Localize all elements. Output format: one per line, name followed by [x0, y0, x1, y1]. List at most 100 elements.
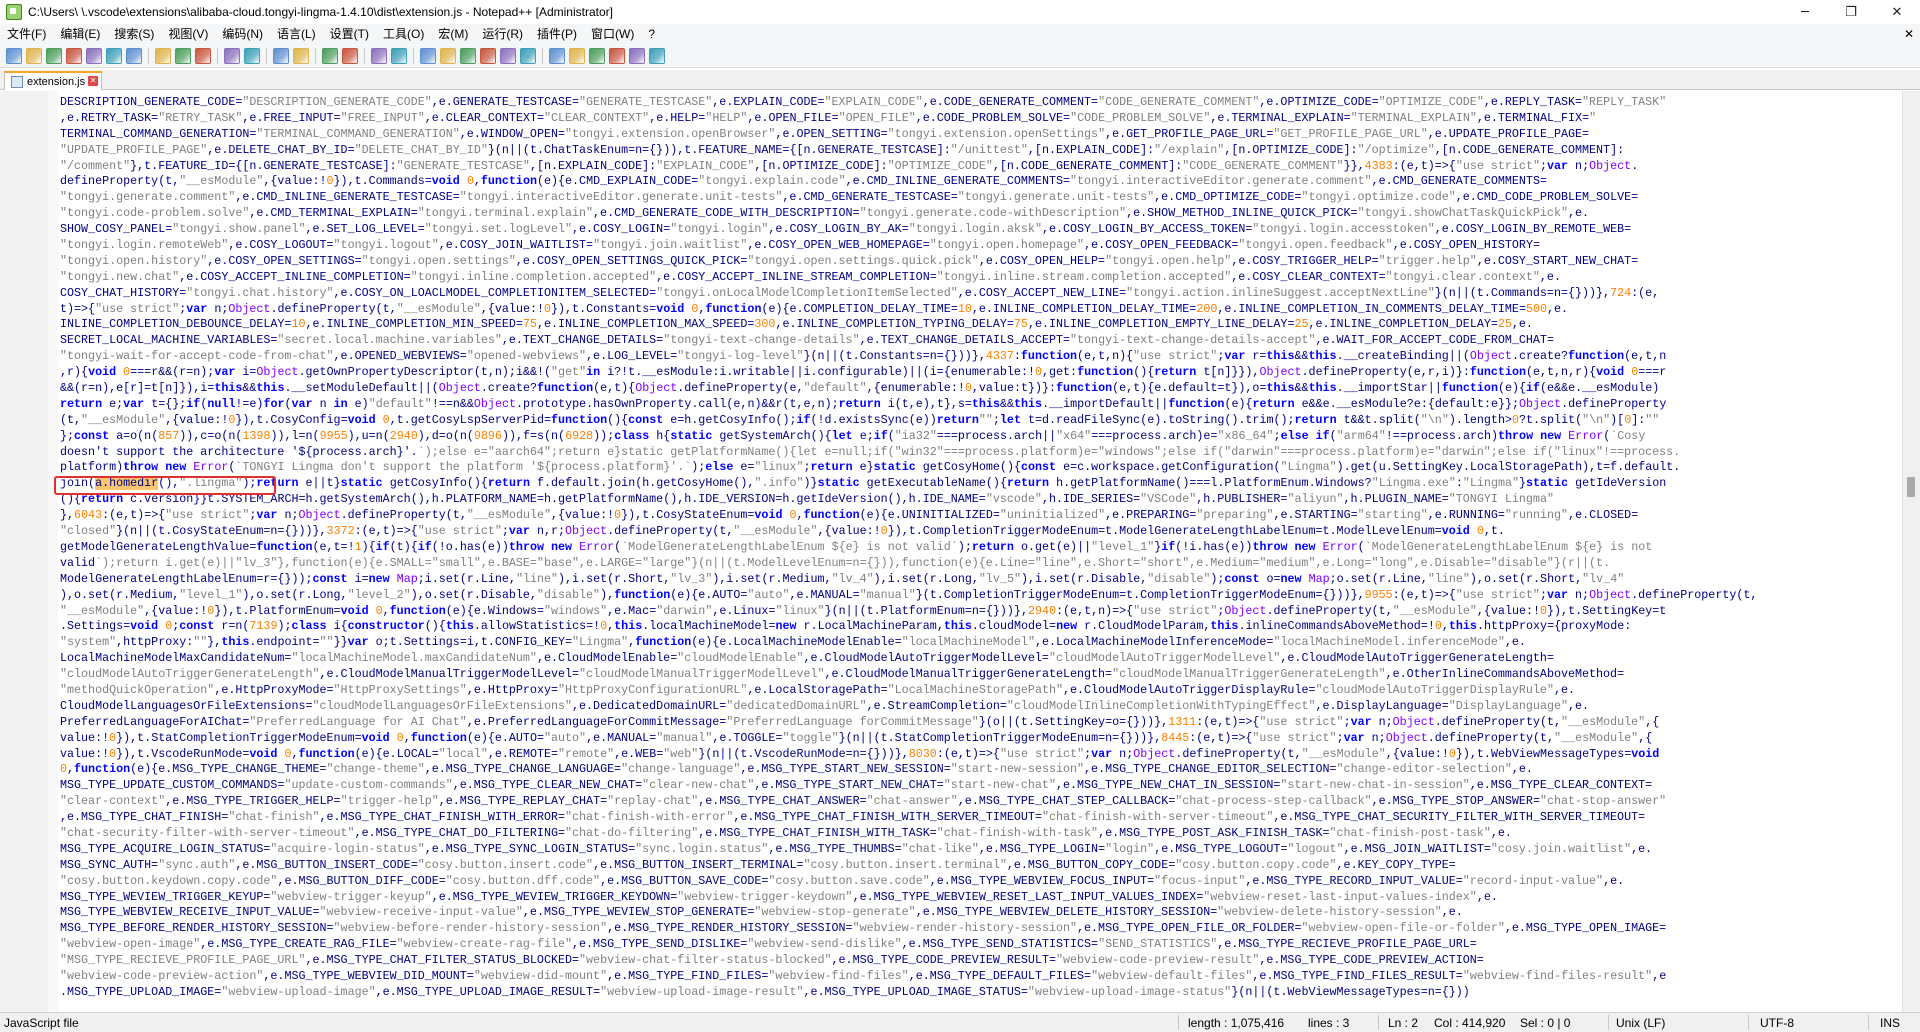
print-icon[interactable] — [126, 47, 142, 64]
code-line[interactable]: "clear-context",e.MSG_TYPE_TRIGGER_HELP=… — [60, 794, 1896, 810]
code-line[interactable]: ,r){void 0===r&&(r=n);var i=Object.getOw… — [60, 365, 1896, 381]
scrollbar-thumb[interactable] — [1907, 477, 1915, 497]
close-document-button[interactable]: ✕ — [1904, 24, 1914, 44]
fold-margin[interactable] — [48, 91, 58, 1012]
code-line[interactable]: MSG_TYPE_UPDATE_CUSTOM_COMMANDS="update-… — [60, 778, 1896, 794]
redo-icon[interactable] — [244, 47, 260, 64]
code-line[interactable]: 0,function(e){e.MSG_TYPE_CHANGE_THEME="c… — [60, 762, 1896, 778]
code-line[interactable]: "__esModule",{value:!0}),t.PlatformEnum=… — [60, 604, 1896, 620]
code-line[interactable]: INLINE_COMPLETION_DEBOUNCE_DELAY=10,e.IN… — [60, 317, 1896, 333]
menu-run[interactable]: 运行(R) — [475, 24, 530, 44]
code-line[interactable]: "tongyi.new.chat",e.COSY_ACCEPT_INLINE_C… — [60, 270, 1896, 286]
code-line[interactable]: MSG_TYPE_BEFORE_RENDER_HISTORY_SESSION="… — [60, 921, 1896, 937]
menu-tools[interactable]: 工具(O) — [376, 24, 431, 44]
show-all-chars-icon[interactable] — [440, 47, 456, 64]
code-line[interactable]: PreferredLanguageForAIChat="PreferredLan… — [60, 715, 1896, 731]
status-insert-mode[interactable]: INS — [1880, 1016, 1900, 1030]
code-line[interactable]: t)=>{"use strict";var n;Object.definePro… — [60, 302, 1896, 318]
code-line[interactable]: value:!0}),t.StatCompletionTriggerModeEn… — [60, 731, 1896, 747]
code-line[interactable]: SECRET_LOCAL_MACHINE_VARIABLES="secret.l… — [60, 333, 1896, 349]
menu-search[interactable]: 搜索(S) — [107, 24, 161, 44]
code-line[interactable]: "MSG_TYPE_RECIEVE_PROFILE_PAGE_URL",e.MS… — [60, 953, 1896, 969]
code-line[interactable]: getModelGenerateLengthValue=function(e,t… — [60, 540, 1896, 556]
code-line[interactable]: ModelGenerateLengthLabelEnum=r={}));cons… — [60, 572, 1896, 588]
record-macro-icon[interactable] — [569, 47, 585, 64]
open-file-icon[interactable] — [26, 47, 42, 64]
code-line[interactable]: "chat-security-filter-with-server-timeou… — [60, 826, 1896, 842]
code-line[interactable]: "webview-open-image",e.MSG_TYPE_CREATE_R… — [60, 937, 1896, 953]
menu-window[interactable]: 窗口(W) — [584, 24, 641, 44]
code-line[interactable]: "tongyi.login.remoteWeb",e.COSY_LOGOUT="… — [60, 238, 1896, 254]
code-line[interactable]: defineProperty(t,"__esModule",{value:!0}… — [60, 174, 1896, 190]
code-line[interactable]: join(a.homedir(),".lingma");return e||t}… — [60, 476, 1896, 492]
code-line[interactable]: LocalMachineModelMaxCandidateNum="localM… — [60, 651, 1896, 667]
sync-v-icon[interactable] — [371, 47, 387, 64]
code-line[interactable]: doesn't support the architecture '${proc… — [60, 445, 1896, 461]
code-line[interactable]: "tongyi-wait-for-accept-code-from-chat",… — [60, 349, 1896, 365]
code-line[interactable]: ,e.RETRY_TASK="RETRY_TASK",e.FREE_INPUT=… — [60, 111, 1896, 127]
code-line[interactable]: },6043:(e,t)=>{"use strict";var n;Object… — [60, 508, 1896, 524]
code-line[interactable]: "tongyi.open.history",e.COSY_OPEN_SETTIN… — [60, 254, 1896, 270]
replace-icon[interactable] — [293, 47, 309, 64]
stop-record-icon[interactable] — [589, 47, 605, 64]
close-all-icon[interactable] — [106, 47, 122, 64]
status-encoding[interactable]: UTF-8 — [1760, 1016, 1794, 1030]
menu-settings[interactable]: 设置(T) — [323, 24, 376, 44]
code-line[interactable]: SHOW_COSY_PANEL="tongyi.show.panel",e.SE… — [60, 222, 1896, 238]
code-line[interactable]: value:!0}),t.VscodeRunMode=void 0,functi… — [60, 747, 1896, 763]
code-line[interactable]: "UPDATE_PROFILE_PAGE",e.DELETE_CHAT_BY_I… — [60, 143, 1896, 159]
save-macro-icon[interactable] — [649, 47, 665, 64]
menu-macro[interactable]: 宏(M) — [431, 24, 475, 44]
code-line[interactable]: &&(r=n),e[r]=t[n]}),i=this&&this.__setMo… — [60, 381, 1896, 397]
editor-area[interactable]: DESCRIPTION_GENERATE_CODE="DESCRIPTION_G… — [0, 91, 1920, 1012]
code-line[interactable]: CloudModelLanguagesOrFileExtensions="clo… — [60, 699, 1896, 715]
code-line[interactable]: MSG_TYPE_WEBVIEW_RECEIVE_INPUT_VALUE="we… — [60, 905, 1896, 921]
undo-icon[interactable] — [224, 47, 240, 64]
menu-encoding[interactable]: 编码(N) — [215, 24, 270, 44]
code-line[interactable]: "tongyi.code-problem.solve",e.CMD_TERMIN… — [60, 206, 1896, 222]
menu-plugins[interactable]: 插件(P) — [530, 24, 584, 44]
menu-file[interactable]: 文件(F) — [0, 24, 53, 44]
code-line[interactable]: "methodQuickOperation",e.HttpProxyMode="… — [60, 683, 1896, 699]
copy-icon[interactable] — [175, 47, 191, 64]
code-line[interactable]: "tongyi.generate.comment",e.CMD_INLINE_G… — [60, 190, 1896, 206]
code-line[interactable]: platform)throw new Error(`TONGYI Lingma … — [60, 460, 1896, 476]
code-line[interactable]: "closed"}(n||(t.CosyStateEnum=n={}))},33… — [60, 524, 1896, 540]
code-line[interactable]: MSG_SYNC_AUTH="sync.auth",e.MSG_BUTTON_I… — [60, 858, 1896, 874]
code-line[interactable]: return e;var t={};if(null!=e)for(var n i… — [60, 397, 1896, 413]
code-line[interactable]: ),o.set(r.Medium,"level_1"),o.set(r.Long… — [60, 588, 1896, 604]
tab-extension-js[interactable]: extension.js ✕ — [4, 71, 103, 90]
code-line[interactable]: COSY_CHAT_HISTORY="tongyi.chat.history",… — [60, 286, 1896, 302]
menu-view[interactable]: 视图(V) — [161, 24, 215, 44]
code-line[interactable]: valid`);return i.get(e)||"lv_3"},functio… — [60, 556, 1896, 572]
run-macro-multiple-icon[interactable] — [629, 47, 645, 64]
save-icon[interactable] — [46, 47, 62, 64]
code-line[interactable]: MSG_TYPE_WEVIEW_TRIGGER_KEYUP="webview-t… — [60, 890, 1896, 906]
paste-icon[interactable] — [195, 47, 211, 64]
menu-edit[interactable]: 编辑(E) — [53, 24, 107, 44]
function-list-icon[interactable] — [500, 47, 516, 64]
vertical-scrollbar[interactable] — [1902, 91, 1920, 1012]
code-line[interactable]: "cloudModelAutoTriggerGenerateLength",e.… — [60, 667, 1896, 683]
doc-map-icon[interactable] — [480, 47, 496, 64]
play-macro-icon[interactable] — [609, 47, 625, 64]
code-line[interactable]: DESCRIPTION_GENERATE_CODE="DESCRIPTION_G… — [60, 95, 1896, 111]
code-line[interactable]: .Settings=void 0;const r=n(7139);class i… — [60, 619, 1896, 635]
status-eol[interactable]: Unix (LF) — [1616, 1016, 1665, 1030]
code-line[interactable]: TERMINAL_COMMAND_GENERATION="TERMINAL_CO… — [60, 127, 1896, 143]
folder-workspace-icon[interactable] — [520, 47, 536, 64]
code-line[interactable]: ,e.MSG_TYPE_CHAT_FINISH="chat-finish",e.… — [60, 810, 1896, 826]
tab-close-icon[interactable]: ✕ — [88, 76, 99, 86]
close-icon[interactable] — [86, 47, 102, 64]
restore-button[interactable]: ❐ — [1828, 0, 1874, 24]
code-line[interactable]: (t,"__esModule",{value:!0}),t.CosyConfig… — [60, 413, 1896, 429]
new-file-icon[interactable] — [6, 47, 22, 64]
code-line[interactable]: "cosy.button.keydown.copy.code",e.MSG_BU… — [60, 874, 1896, 890]
code-text[interactable]: DESCRIPTION_GENERATE_CODE="DESCRIPTION_G… — [60, 95, 1896, 1012]
menu-language[interactable]: 语言(L) — [270, 24, 323, 44]
close-window-button[interactable]: ✕ — [1874, 0, 1920, 24]
cut-icon[interactable] — [155, 47, 171, 64]
find-icon[interactable] — [273, 47, 289, 64]
code-line[interactable]: };const a=o(n(857)),c=o(n(1398)),l=n(995… — [60, 429, 1896, 445]
zoom-out-icon[interactable] — [342, 47, 358, 64]
